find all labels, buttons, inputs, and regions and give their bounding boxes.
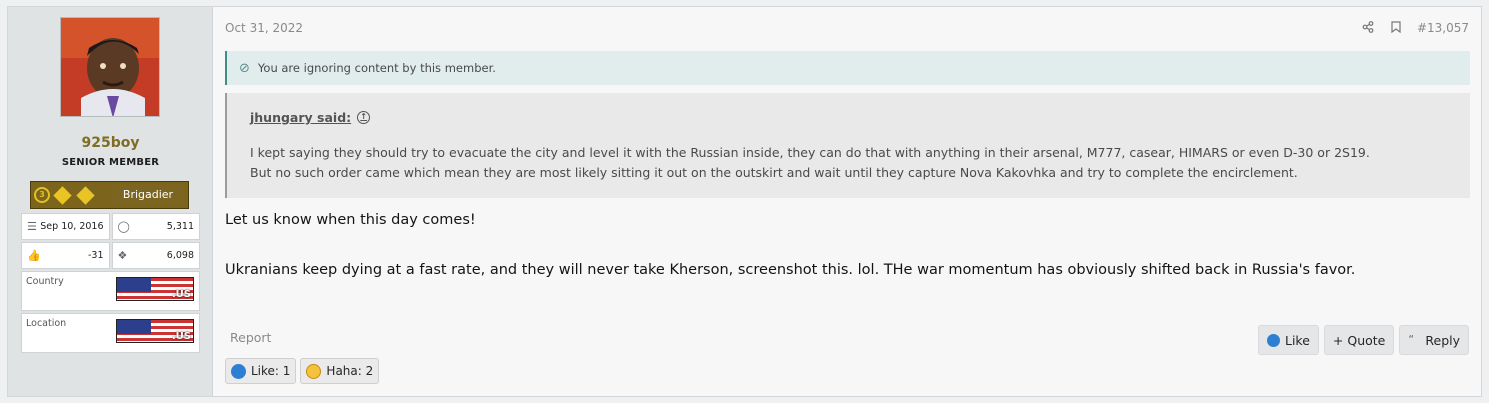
- reaction-like-label: Like: 1: [251, 364, 291, 378]
- avatar-image: [61, 18, 159, 116]
- location-field: Location .US: [21, 313, 200, 353]
- post-number[interactable]: #13,057: [1417, 21, 1469, 35]
- share-icon[interactable]: [1361, 21, 1375, 35]
- location-label: Location: [26, 318, 67, 329]
- like-button[interactable]: Like: [1258, 325, 1319, 355]
- muted-icon: ⊘: [239, 60, 250, 76]
- joined-date: Sep 10, 2016: [40, 221, 104, 232]
- arrow-up-circle-icon[interactable]: ↑: [357, 111, 371, 124]
- points-count: 6,098: [166, 250, 194, 261]
- quote-line: I kept saying they should try to evacuat…: [250, 145, 1370, 160]
- rank-circle-icon: 3: [34, 187, 50, 203]
- rank-diamond-icon: [53, 185, 72, 205]
- rank-diamond-icon: [76, 185, 95, 205]
- messages-stat: ◯ 5,311: [111, 213, 200, 240]
- report-link[interactable]: Report: [230, 330, 271, 345]
- us-flag-icon: .US: [116, 319, 194, 343]
- haha-reaction-icon: [306, 363, 322, 379]
- like-icon: [1267, 333, 1280, 347]
- rank-banner: 3 Brigadier: [30, 181, 189, 209]
- points-stat: ❖ 6,098: [111, 242, 200, 269]
- user-panel: 925boy SENIOR MEMBER 3 Brigadier ☰ Sep 1…: [8, 7, 213, 396]
- ignore-notice: ⊘ You are ignoring content by this membe…: [225, 51, 1470, 85]
- thumbs-up-icon: 👍: [27, 248, 41, 262]
- reply-icon: “: [1408, 333, 1415, 346]
- messages-count: 5,311: [166, 221, 194, 232]
- rank-label: Brigadier: [112, 185, 184, 205]
- body-paragraph: Let us know when this day comes!: [225, 212, 476, 228]
- comments-icon: ◯: [117, 219, 130, 233]
- reaction-score-stat: 👍 -31: [21, 242, 110, 269]
- post-main: Oct 31, 2022 #13,057 ⊘ You are ignoring …: [213, 7, 1481, 396]
- quote-author-link[interactable]: jhungary said: ↑: [250, 110, 371, 125]
- quote-line: But no such order came which mean they a…: [250, 165, 1298, 180]
- post-tools: #13,057: [1361, 21, 1469, 35]
- post-date[interactable]: Oct 31, 2022: [225, 21, 303, 35]
- reaction-haha[interactable]: Haha: 2: [300, 358, 380, 384]
- user-stats: ☰ Sep 10, 2016 ◯ 5,311 👍 -31 ❖ 6,098 Cou…: [21, 213, 200, 355]
- quote-text: I kept saying they should try to evacuat…: [250, 143, 1470, 183]
- bookmark-icon[interactable]: [1389, 21, 1403, 35]
- reaction-haha-label: Haha: 2: [326, 364, 374, 378]
- reactions-bar: Like: 1 Haha: 2: [225, 358, 380, 384]
- user-avatar[interactable]: [60, 17, 160, 117]
- reply-button[interactable]: “ Reply: [1399, 325, 1469, 355]
- flag-code: .US: [171, 289, 191, 300]
- reply-label: Reply: [1425, 332, 1460, 348]
- country-label: Country: [26, 276, 64, 287]
- calendar-icon: ☰: [27, 219, 37, 233]
- quote-label: + Quote: [1332, 332, 1386, 348]
- reaction-like[interactable]: Like: 1: [225, 358, 297, 384]
- user-title: SENIOR MEMBER: [61, 157, 160, 168]
- like-label: Like: [1285, 332, 1310, 348]
- ignore-text: You are ignoring content by this member.: [257, 61, 496, 75]
- post-body: Let us know when this day comes! Ukrania…: [225, 210, 1355, 280]
- quote-author[interactable]: jhungary said:: [250, 110, 351, 125]
- like-reaction-icon: [231, 363, 246, 379]
- us-flag-icon: .US: [116, 277, 194, 301]
- country-field: Country .US: [21, 271, 200, 311]
- reaction-score: -31: [87, 250, 104, 261]
- joined-stat: ☰ Sep 10, 2016: [21, 213, 110, 240]
- handshake-icon: ❖: [117, 248, 128, 262]
- body-paragraph: Ukranians keep dying at a fast rate, and…: [225, 262, 1356, 278]
- flag-code: .US: [171, 331, 191, 342]
- quote-block: jhungary said: ↑ I kept saying they shou…: [225, 93, 1470, 198]
- quote-button[interactable]: + Quote: [1323, 325, 1395, 355]
- post-container: 925boy SENIOR MEMBER 3 Brigadier ☰ Sep 1…: [7, 6, 1482, 397]
- post-actions: Like + Quote “ Reply: [1258, 325, 1469, 355]
- username[interactable]: 925boy: [8, 135, 213, 151]
